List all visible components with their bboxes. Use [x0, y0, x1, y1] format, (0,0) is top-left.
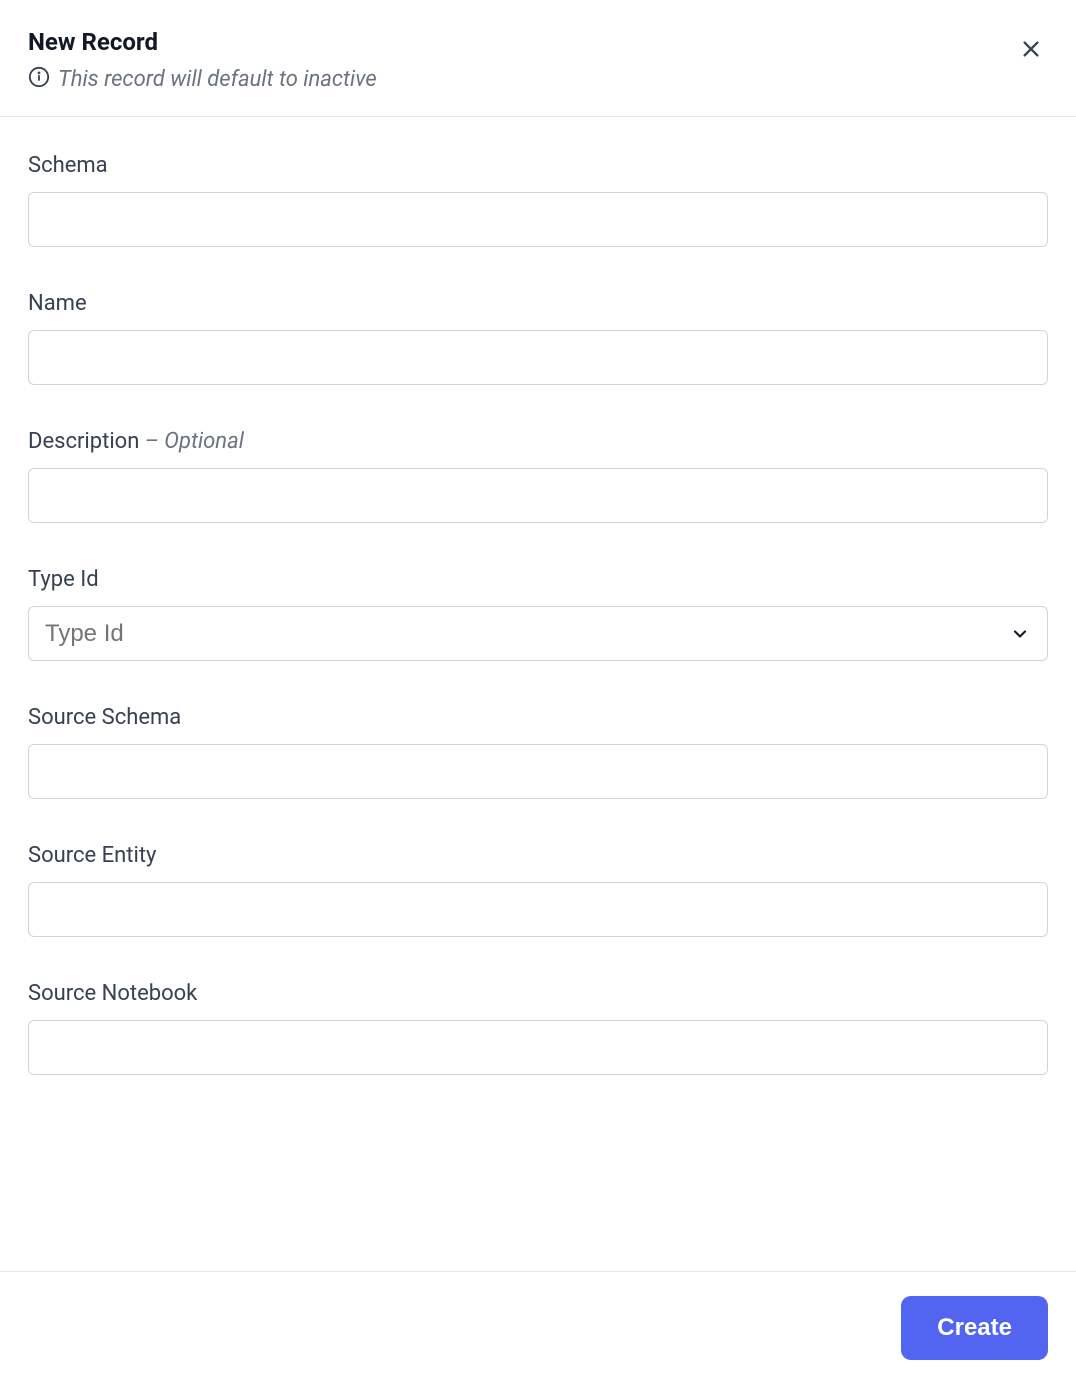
type-id-select[interactable]	[28, 606, 1048, 661]
field-group-source-entity: Source Entity	[28, 843, 1048, 937]
field-group-source-schema: Source Schema	[28, 705, 1048, 799]
subtitle-row: This record will default to inactive	[28, 66, 1048, 92]
form-content: Schema Name Description – Optional Type …	[0, 117, 1076, 1271]
field-group-name: Name	[28, 291, 1048, 385]
field-group-description: Description – Optional	[28, 429, 1048, 523]
type-id-label: Type Id	[28, 567, 1048, 592]
schema-input[interactable]	[28, 192, 1048, 247]
description-optional-text: – Optional	[139, 429, 244, 454]
close-button[interactable]	[1014, 32, 1048, 69]
dialog-subtitle: This record will default to inactive	[58, 67, 377, 92]
description-input[interactable]	[28, 468, 1048, 523]
source-entity-label: Source Entity	[28, 843, 1048, 868]
dialog-header: New Record This record will default to i…	[0, 0, 1076, 117]
close-icon	[1020, 38, 1042, 63]
description-label-text: Description	[28, 429, 139, 454]
source-entity-input[interactable]	[28, 882, 1048, 937]
field-group-type-id: Type Id	[28, 567, 1048, 661]
name-label: Name	[28, 291, 1048, 316]
source-schema-input[interactable]	[28, 744, 1048, 799]
description-label: Description – Optional	[28, 429, 1048, 454]
dialog-footer: Create	[0, 1271, 1076, 1396]
source-schema-label: Source Schema	[28, 705, 1048, 730]
source-notebook-input[interactable]	[28, 1020, 1048, 1075]
name-input[interactable]	[28, 330, 1048, 385]
create-button[interactable]: Create	[901, 1296, 1048, 1360]
info-icon	[28, 66, 50, 92]
field-group-schema: Schema	[28, 153, 1048, 247]
dialog-title: New Record	[28, 28, 1048, 56]
schema-label: Schema	[28, 153, 1048, 178]
type-id-select-wrapper	[28, 606, 1048, 661]
field-group-source-notebook: Source Notebook	[28, 981, 1048, 1075]
source-notebook-label: Source Notebook	[28, 981, 1048, 1006]
